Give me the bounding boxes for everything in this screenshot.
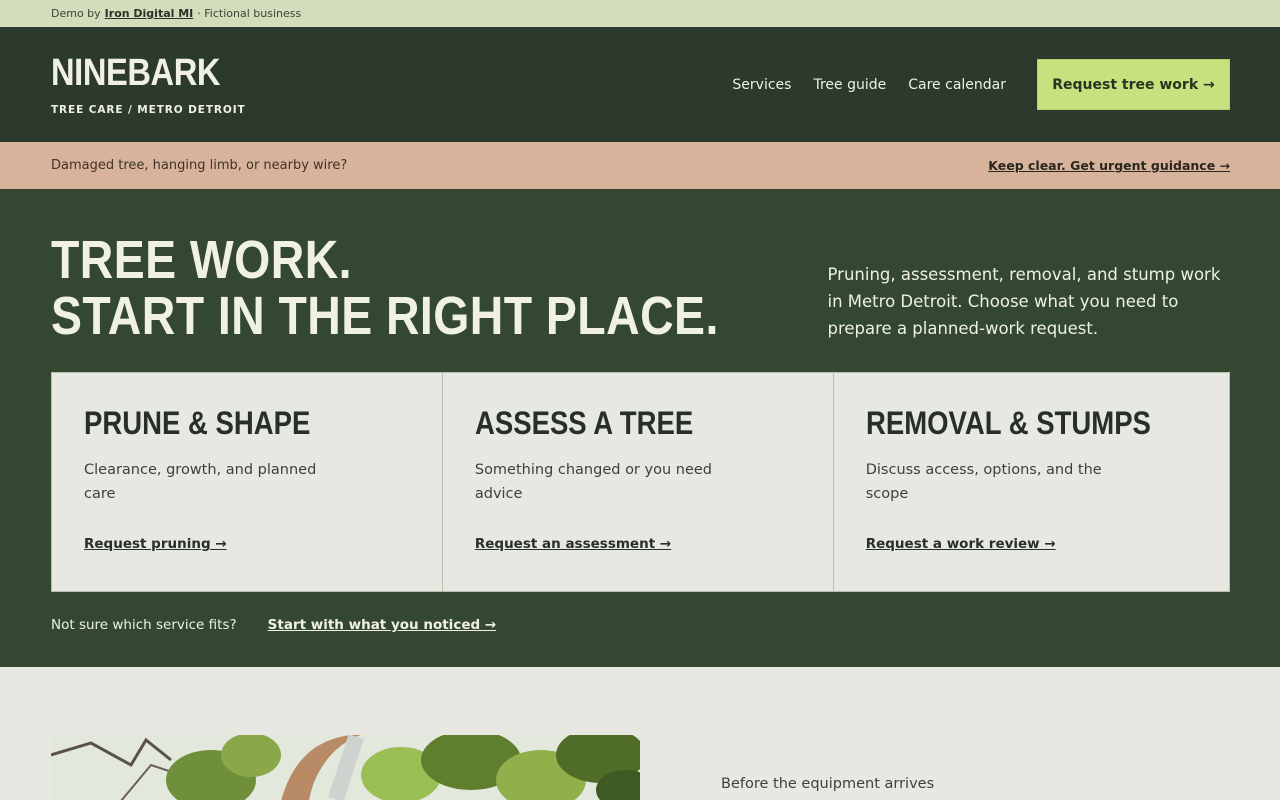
card-description: Clearance, growth, and planned care	[84, 462, 317, 502]
card-title: ASSESS A TREE	[474, 405, 694, 441]
brand-name[interactable]: NINEBARK	[51, 54, 220, 92]
service-helper: Not sure which service fits? Start with …	[51, 617, 1230, 633]
start-with-noticed-link[interactable]: Start with what you noticed →	[268, 617, 497, 633]
brand-tagline: TREE CARE / METRO DETROIT	[51, 103, 246, 116]
site-header: NINEBARK TREE CARE / METRO DETROIT Servi…	[0, 27, 1280, 142]
request-pruning-link[interactable]: Request pruning →	[84, 536, 227, 552]
hero-title-line-2: START IN THE RIGHT PLACE.	[51, 286, 719, 346]
card-title: REMOVAL & STUMPS	[865, 405, 1151, 441]
card-description: Something changed or you need advice	[474, 462, 712, 502]
demo-bar: Demo by Iron Digital MI · Fictional busi…	[0, 0, 1280, 27]
service-helper-text: Not sure which service fits?	[51, 617, 237, 633]
service-card-assess[interactable]: ASSESS A TREE Something changed or you n…	[443, 373, 834, 591]
urgent-alert-bar: Damaged tree, hanging limb, or nearby wi…	[0, 142, 1280, 189]
service-card-prune[interactable]: PRUNE & SHAPE Clearance, growth, and pla…	[52, 373, 443, 591]
prep-section: Before the equipment arrives	[0, 667, 1280, 800]
brand[interactable]: NINEBARK TREE CARE / METRO DETROIT	[51, 54, 248, 116]
nav-tree-guide[interactable]: Tree guide	[813, 77, 886, 93]
alert-text: Damaged tree, hanging limb, or nearby wi…	[51, 158, 348, 173]
demo-prefix: Demo by	[51, 7, 101, 20]
hero: TREE WORK. START IN THE RIGHT PLACE. Pru…	[0, 189, 1280, 667]
demo-suffix: · Fictional business	[197, 7, 302, 20]
hero-description: Pruning, assessment, removal, and stump …	[827, 265, 1221, 338]
card-description: Discuss access, options, and the scope	[865, 462, 1102, 502]
demo-author-link[interactable]: Iron Digital MI	[105, 7, 194, 20]
nav-services[interactable]: Services	[732, 77, 791, 93]
request-work-review-link[interactable]: Request a work review →	[866, 536, 1056, 552]
hero-title: TREE WORK. START IN THE RIGHT PLACE.	[51, 232, 719, 344]
photo-illustration	[51, 735, 640, 800]
urgent-guidance-link[interactable]: Keep clear. Get urgent guidance →	[988, 158, 1230, 173]
tree-pruning-photo	[51, 735, 640, 800]
hero-top: TREE WORK. START IN THE RIGHT PLACE. Pru…	[51, 232, 1230, 344]
card-title: PRUNE & SHAPE	[84, 405, 311, 441]
main-nav: Services Tree guide Care calendar Reques…	[710, 59, 1230, 110]
request-assessment-link[interactable]: Request an assessment →	[475, 536, 671, 552]
hero-title-line-1: TREE WORK.	[51, 230, 352, 290]
service-card-removal[interactable]: REMOVAL & STUMPS Discuss access, options…	[834, 373, 1229, 591]
prep-section-eyebrow: Before the equipment arrives	[721, 776, 935, 792]
nav-care-calendar[interactable]: Care calendar	[908, 77, 1006, 93]
request-tree-work-button[interactable]: Request tree work →	[1037, 59, 1230, 110]
service-cards: PRUNE & SHAPE Clearance, growth, and pla…	[51, 372, 1230, 592]
